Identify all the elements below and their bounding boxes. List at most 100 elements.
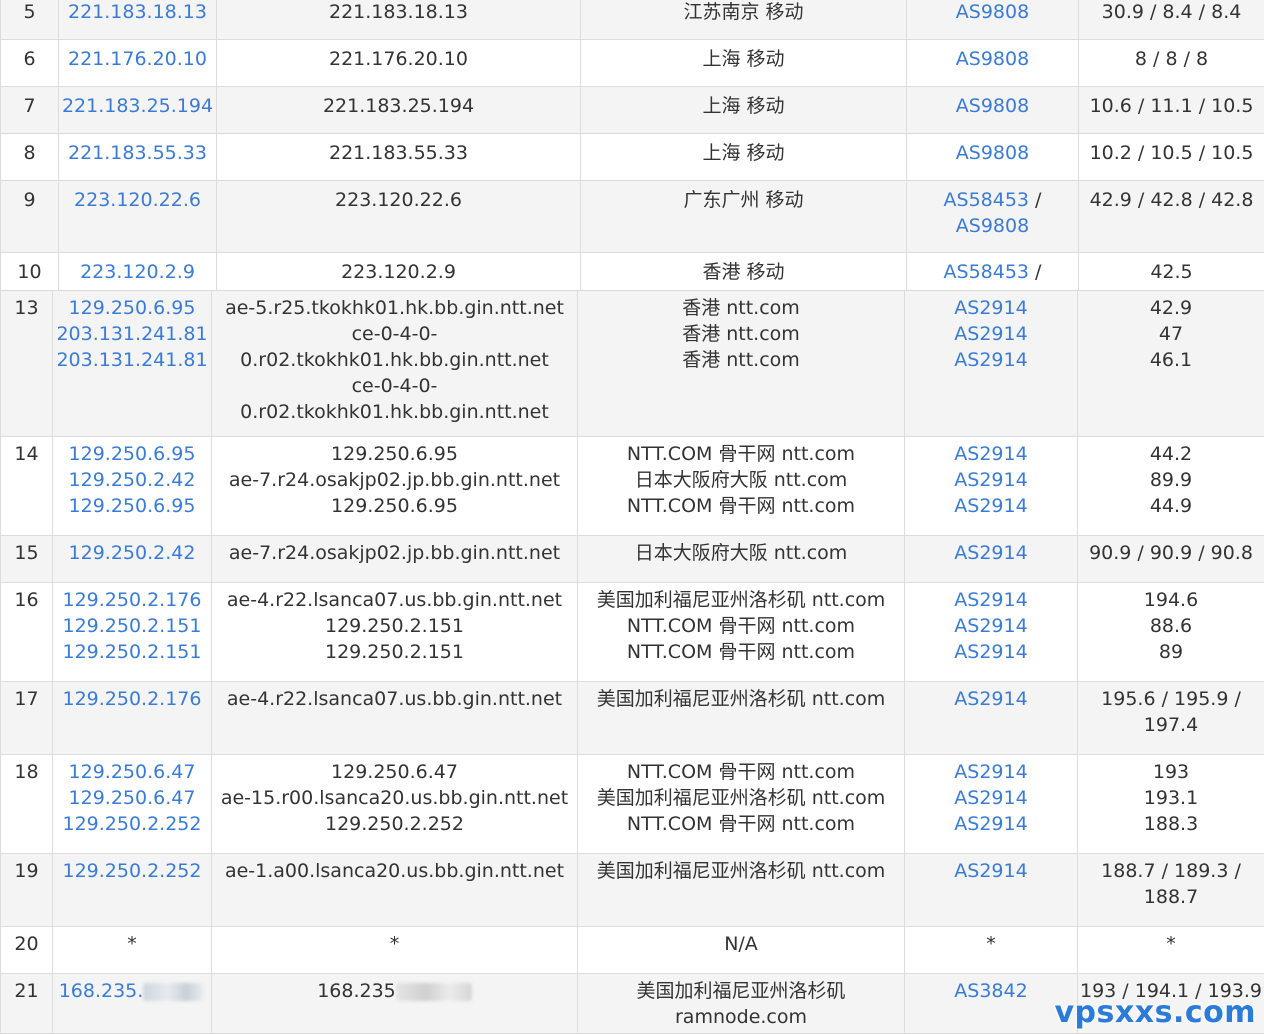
ip-link[interactable]: 203.131.241.81 (53, 321, 211, 347)
ip-link[interactable]: 203.131.241.81 (53, 347, 211, 373)
ip-link[interactable]: 221.176.20.10 (68, 48, 207, 70)
rtt-line: 197.4 (1078, 712, 1264, 738)
geo-cell: 广东广州 移动 (581, 181, 907, 253)
asn-link[interactable]: AS2914 (905, 347, 1077, 373)
geo-cell: 上海 移动 (581, 40, 907, 87)
ip-link[interactable]: 129.250.2.151 (53, 639, 211, 665)
ip-link[interactable]: 129.250.6.47 (53, 759, 211, 785)
asn-cell: AS9808 (907, 87, 1079, 134)
ip-link[interactable]: 223.120.22.6 (74, 189, 201, 211)
ip-text: 129.250.2.252 (62, 813, 201, 835)
table-row: 17129.250.2.176ae-4.r22.lsanca07.us.bb.g… (1, 682, 1264, 755)
rtt-cell: 193193.1188.3 (1078, 755, 1264, 854)
asn-line: AS9808 (907, 0, 1078, 25)
asn-link[interactable]: AS2914 (905, 540, 1077, 566)
ip-link[interactable]: 129.250.2.176 (53, 686, 211, 712)
asn-link[interactable]: AS2914 (905, 686, 1077, 712)
hop-number: 20 (1, 927, 53, 974)
ip-link[interactable]: 129.250.2.42 (53, 467, 211, 493)
ip-link[interactable]: 168.235. (53, 978, 211, 1004)
ip-text: 129.250.6.95 (69, 495, 196, 517)
geo-cell: 香港 ntt.com香港 ntt.com香港 ntt.com (578, 291, 905, 437)
ip-link[interactable]: 221.183.55.33 (68, 142, 207, 164)
asn-link[interactable]: AS9808 (956, 142, 1029, 164)
hostname-cell: 221.176.20.10 (217, 40, 581, 87)
rtt-cell: 8 / 8 / 8 (1079, 40, 1264, 87)
asn-link[interactable]: AS2914 (905, 858, 1077, 884)
ip-link[interactable]: 129.250.2.151 (53, 613, 211, 639)
ip-link[interactable]: 129.250.6.95 (53, 441, 211, 467)
asn-link[interactable]: AS9808 (956, 1, 1029, 23)
table-row: 15129.250.2.42ae-7.r24.osakjp02.jp.bb.gi… (1, 536, 1264, 583)
asn-link[interactable]: AS2914 (905, 639, 1077, 665)
asn-link[interactable]: AS2914 (905, 811, 1077, 837)
geo-line: 日本大阪府大阪 ntt.com (578, 540, 904, 566)
rtt-line: 89 (1078, 639, 1264, 665)
rtt-cell: 10.2 / 10.5 / 10.5 (1079, 134, 1264, 181)
asn-link[interactable]: AS2914 (905, 441, 1077, 467)
asn-link[interactable]: AS3842 (905, 978, 1077, 1004)
ip-link[interactable]: 129.250.6.95 (53, 493, 211, 519)
hostname-cell: 129.250.6.95ae-7.r24.osakjp02.jp.bb.gin.… (212, 437, 578, 536)
hop-number: 7 (1, 87, 59, 134)
asn-link[interactable]: AS2914 (905, 613, 1077, 639)
hostname-line: 129.250.6.95 (212, 441, 577, 467)
ip-link[interactable]: 221.183.25.194 (62, 95, 213, 117)
hostname-text: ae-1.a00.lsanca20.us.bb.gin.ntt.net (225, 860, 564, 882)
hop-number: 6 (1, 40, 59, 87)
hop-number: 15 (1, 536, 53, 583)
rtt-line: 89.9 (1078, 467, 1264, 493)
ip-text: 129.250.2.151 (62, 615, 201, 637)
geo-cell: NTT.COM 骨干网 ntt.com日本大阪府大阪 ntt.comNTT.CO… (578, 437, 905, 536)
asn-cell: AS2914AS2914AS2914 (905, 437, 1078, 536)
asn-link[interactable]: AS2914 (905, 785, 1077, 811)
ip-link[interactable]: 221.183.18.13 (68, 1, 207, 23)
hostname-line: 129.250.6.47 (212, 759, 577, 785)
asn-link[interactable]: AS2914 (905, 759, 1077, 785)
rtt-line: 42.9 (1078, 295, 1264, 321)
rtt-cell: 10.6 / 11.1 / 10.5 (1079, 87, 1264, 134)
asn-link[interactable]: AS2914 (905, 321, 1077, 347)
rtt-line: 47 (1078, 321, 1264, 347)
rtt-line: 188.3 (1078, 811, 1264, 837)
hostname-cell: ae-4.r22.lsanca07.us.bb.gin.ntt.net (212, 682, 578, 755)
asn-link[interactable]: AS2914 (905, 493, 1077, 519)
geo-line: 日本大阪府大阪 ntt.com (578, 467, 904, 493)
hostname-text: ae-4.r22.lsanca07.us.bb.gin.ntt.net (227, 589, 562, 611)
asn-link[interactable]: AS2914 (905, 295, 1077, 321)
hostname-cell: 221.183.55.33 (217, 134, 581, 181)
ip-cell: 129.250.6.47129.250.6.47129.250.2.252 (53, 755, 212, 854)
asn-link[interactable]: AS58453 (944, 261, 1030, 283)
hostname-cell: 168.235 (212, 974, 578, 1034)
hostname-text: ae-7.r24.osakjp02.jp.bb.gin.ntt.net (229, 469, 560, 491)
asn-line: AS9808 (907, 93, 1078, 119)
asn-cell: AS2914AS2914AS2914 (905, 583, 1078, 682)
ip-link[interactable]: 129.250.2.42 (53, 540, 211, 566)
rtt-line: 194.6 (1078, 587, 1264, 613)
hostname-line: 168.235 (212, 978, 577, 1004)
hostname-line: 0.r02.tkokhk01.hk.bb.gin.ntt.net (212, 347, 577, 373)
ip-link[interactable]: 129.250.6.95 (53, 295, 211, 321)
asn-link[interactable]: AS9808 (956, 215, 1029, 237)
asn-link[interactable]: AS9808 (956, 48, 1029, 70)
asn-link[interactable]: AS2914 (905, 467, 1077, 493)
ip-link[interactable]: 129.250.6.47 (53, 785, 211, 811)
table-row: 18129.250.6.47129.250.6.47129.250.2.2521… (1, 755, 1264, 854)
hop-number: 8 (1, 134, 59, 181)
geo-line: NTT.COM 骨干网 ntt.com (578, 759, 904, 785)
geo-cell: 上海 移动 (581, 87, 907, 134)
hostname-line: ae-7.r24.osakjp02.jp.bb.gin.ntt.net (212, 540, 577, 566)
ip-link[interactable]: 223.120.2.9 (80, 261, 195, 283)
asn-cell: AS2914AS2914AS2914 (905, 291, 1078, 437)
geo-line: 香港 ntt.com (578, 347, 904, 373)
asn-cell: AS2914 (905, 536, 1078, 583)
asn-link[interactable]: AS2914 (905, 587, 1077, 613)
asn-cell: AS2914 (905, 682, 1078, 755)
ip-link[interactable]: 129.250.2.252 (53, 858, 211, 884)
redacted-ip-blur (143, 983, 205, 1001)
asn-link[interactable]: AS58453 (944, 189, 1030, 211)
asn-link[interactable]: AS9808 (956, 95, 1029, 117)
ip-link[interactable]: 129.250.2.176 (53, 587, 211, 613)
geo-cell: 美国加利福尼亚州洛杉矶 ntt.com (578, 854, 905, 927)
ip-link[interactable]: 129.250.2.252 (53, 811, 211, 837)
